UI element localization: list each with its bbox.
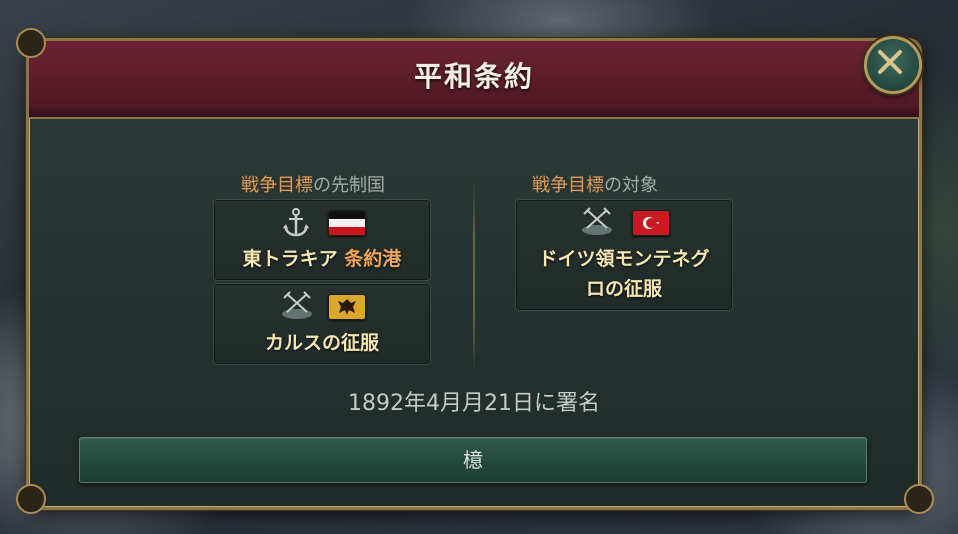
war-goal-label: 東トラキア 条約港 — [214, 244, 430, 274]
war-goal-card-conquer-kars[interactable]: カルスの征服 — [213, 283, 431, 365]
left-header-suffix: の先制国 — [313, 175, 385, 196]
anchor-icon — [283, 208, 309, 237]
war-goal-label: カルスの征服 — [264, 332, 379, 354]
signed-date-text: 1892年4月月21日に署名 — [348, 391, 600, 416]
right-column-header: 戦争目標の対象 — [485, 171, 705, 197]
left-column-header: 戦争目標の先制国 — [203, 171, 423, 197]
war-goal-label-line2: ロの征服 — [585, 278, 662, 300]
war-goal-card-conquer-montenegro[interactable]: ドイツ領モンテネグ ロの征服 — [515, 199, 733, 311]
column-divider — [473, 181, 475, 371]
crossed-swords-icon — [582, 207, 612, 235]
close-x-icon — [878, 50, 902, 74]
dialog-header: 平和条約 — [29, 41, 919, 119]
peace-treaty-dialog: 平和条約 戦争目標の先制国 戦争目標の対象 東トラキア 条約港 カルスの征服 ド… — [26, 38, 922, 510]
war-goal-card-treaty-port[interactable]: 東トラキア 条約港 — [213, 199, 431, 281]
frame-ornament — [16, 484, 46, 514]
crossed-swords-icon — [282, 291, 312, 319]
flag-german-empire-icon — [328, 210, 366, 236]
left-header-prefix: 戦争目標 — [241, 175, 313, 196]
flag-double-eagle-icon — [328, 294, 366, 320]
frame-ornament — [904, 484, 934, 514]
war-goal-label-line1: ドイツ領モンテネグ — [538, 248, 710, 270]
close-button[interactable] — [864, 36, 922, 94]
confirm-button[interactable]: 檍 — [79, 437, 867, 483]
dialog-title: 平和条約 — [413, 60, 534, 93]
right-header-suffix: の対象 — [604, 175, 658, 196]
goal-type: 条約港 — [344, 248, 402, 270]
right-header-prefix: 戦争目標 — [532, 175, 604, 196]
goal-region: 東トラキア — [242, 248, 345, 270]
frame-ornament — [16, 28, 46, 58]
flag-ottoman-crescent-icon — [632, 210, 670, 236]
